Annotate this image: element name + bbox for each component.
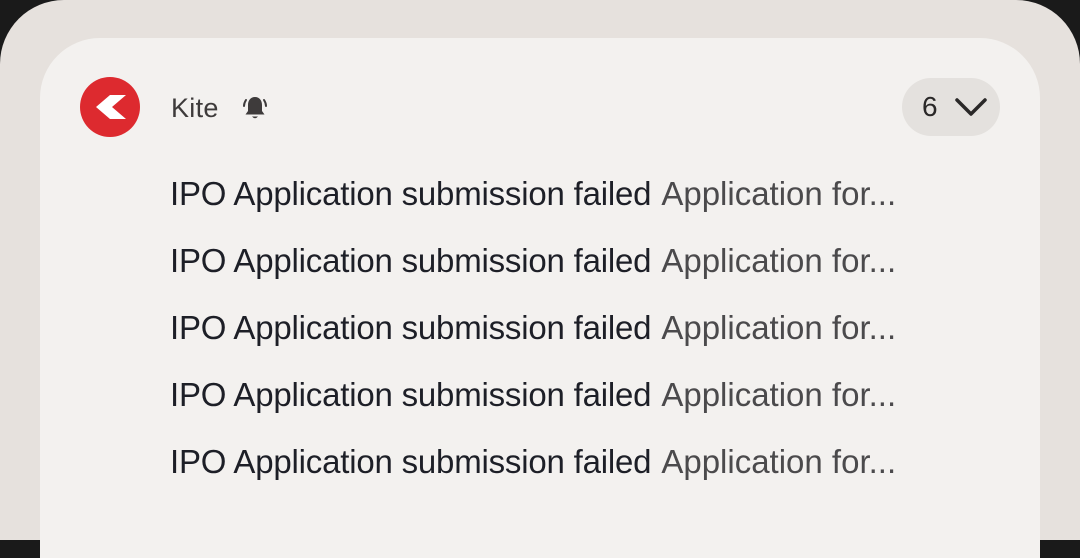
- notification-item[interactable]: IPO Application submission failed Applic…: [170, 294, 975, 361]
- expand-button[interactable]: 6: [902, 78, 1000, 136]
- notification-list: IPO Application submission failed Applic…: [170, 160, 975, 495]
- chevron-down-icon: [954, 96, 988, 118]
- notification-text: Application for...: [661, 442, 897, 480]
- notification-item[interactable]: IPO Application submission failed Applic…: [170, 160, 975, 227]
- notification-title: IPO Application submission failed: [170, 174, 652, 212]
- kite-logo-icon: [80, 77, 140, 137]
- notification-text: Application for...: [661, 375, 897, 413]
- notification-shade: Kite 6 IPO Application submission failed…: [0, 0, 1080, 558]
- notification-text: Application for...: [661, 174, 897, 212]
- bell-icon: [241, 94, 269, 122]
- notification-item[interactable]: IPO Application submission failed Applic…: [170, 227, 975, 294]
- notification-title: IPO Application submission failed: [170, 308, 652, 346]
- app-name: Kite: [171, 93, 219, 123]
- notification-item[interactable]: IPO Application submission failed Applic…: [170, 428, 975, 495]
- notification-count: 6: [922, 91, 938, 122]
- notification-text: Application for...: [661, 241, 897, 279]
- notification-text: Application for...: [661, 308, 897, 346]
- notification-title: IPO Application submission failed: [170, 375, 652, 413]
- notification-title: IPO Application submission failed: [170, 442, 652, 480]
- notification-item[interactable]: IPO Application submission failed Applic…: [170, 361, 975, 428]
- notification-title: IPO Application submission failed: [170, 241, 652, 279]
